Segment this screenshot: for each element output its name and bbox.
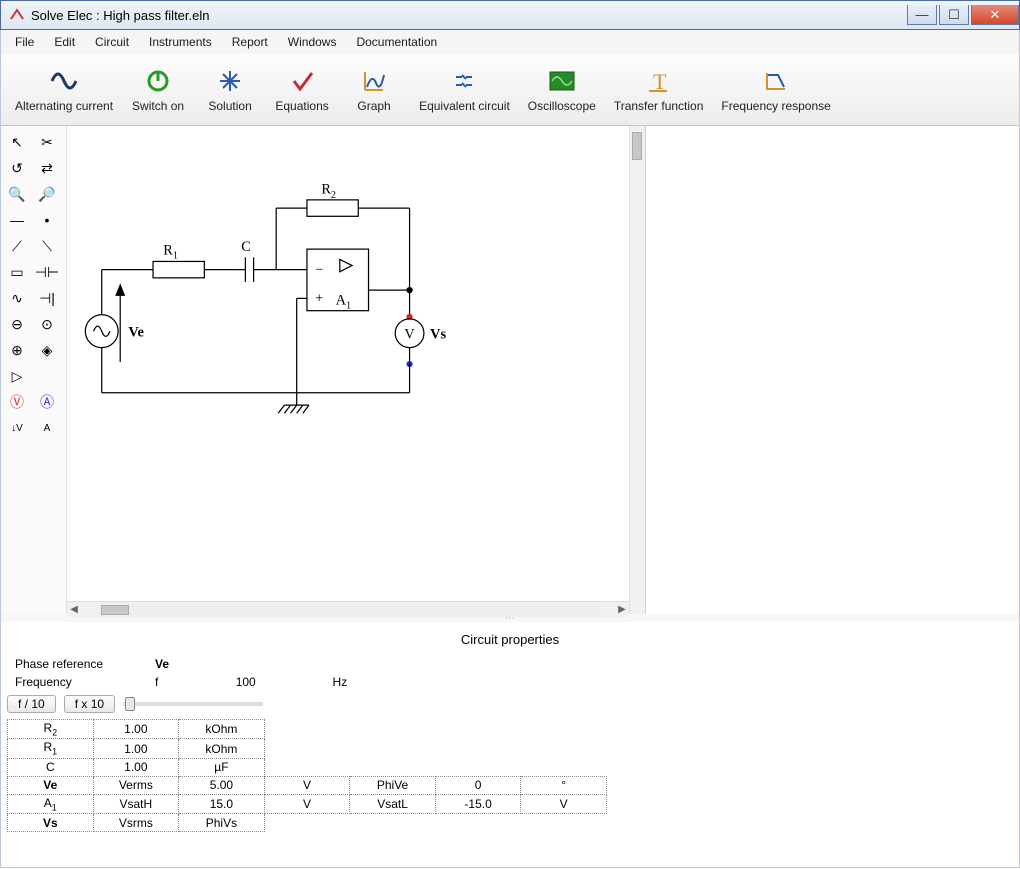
schematic-canvas[interactable]: Ve R1 C R2 xyxy=(67,126,629,614)
comp-opamp[interactable]: ▷ xyxy=(3,364,31,388)
close-button[interactable]: ✕ xyxy=(971,5,1019,25)
comp-inductor[interactable]: ∿ xyxy=(3,286,31,310)
graph-icon xyxy=(360,67,388,95)
menu-documentation[interactable]: Documentation xyxy=(348,33,445,51)
canvas-hscrollbar[interactable]: ◀▶ xyxy=(67,601,629,617)
minimize-button[interactable]: — xyxy=(907,5,937,25)
toolbar: Alternating current Switch on Solution E… xyxy=(0,54,1020,126)
tool-alternating-current[interactable]: Alternating current xyxy=(7,63,121,117)
tool-oscilloscope[interactable]: Oscilloscope xyxy=(520,63,604,117)
comp-source-ac[interactable]: ⊕ xyxy=(3,338,31,362)
svg-text:−: − xyxy=(315,262,323,278)
comp-source-i[interactable]: ⊙ xyxy=(33,312,61,336)
svg-text:C: C xyxy=(241,239,251,255)
component-palette: ↖ ✂ ↺ ⇄ 🔍 🔎 — • ⟋ ⟍ ▭ ⊣⊢ ∿ ⊣| ⊖ ⊙ ⊕ ◈ ▷ … xyxy=(1,126,67,614)
menu-edit[interactable]: Edit xyxy=(46,33,83,51)
oscilloscope-icon xyxy=(548,67,576,95)
svg-text:Vs: Vs xyxy=(430,326,446,342)
menu-windows[interactable]: Windows xyxy=(280,33,345,51)
freq-multiply-button[interactable]: f x 10 xyxy=(64,695,115,713)
comp-switch-closed[interactable]: ⟍ xyxy=(33,234,61,258)
comp-capacitor[interactable]: ⊣⊢ xyxy=(33,260,61,284)
comp-probe-a[interactable]: A xyxy=(33,416,61,440)
equivalent-icon xyxy=(450,67,478,95)
circuit-properties-panel: Circuit properties Phase reference Ve Fr… xyxy=(0,622,1020,868)
window-titlebar: Solve Elec : High pass filter.eln — ☐ ✕ xyxy=(0,0,1020,30)
tool-transfer-function[interactable]: T Transfer function xyxy=(606,63,712,117)
snowflake-icon xyxy=(216,67,244,95)
menu-instruments[interactable]: Instruments xyxy=(141,33,220,51)
comp-resistor[interactable]: ▭ xyxy=(3,260,31,284)
menubar: File Edit Circuit Instruments Report Win… xyxy=(0,30,1020,54)
frequency-symbol: f xyxy=(147,673,228,691)
tool-rotate-ccw[interactable]: ↺ xyxy=(3,156,31,180)
sine-wave-icon xyxy=(50,67,78,95)
tool-zoom-in[interactable]: 🔍 xyxy=(3,182,31,206)
menu-circuit[interactable]: Circuit xyxy=(87,33,137,51)
phase-ref-value: Ve xyxy=(147,655,228,673)
svg-text:R1: R1 xyxy=(163,242,178,261)
comp-battery[interactable]: ⊣| xyxy=(33,286,61,310)
power-icon xyxy=(144,67,172,95)
maximize-button[interactable]: ☐ xyxy=(939,5,969,25)
comp-source-dep[interactable]: ◈ xyxy=(33,338,61,362)
bode-icon xyxy=(762,67,790,95)
canvas-vscrollbar[interactable] xyxy=(629,126,645,614)
check-icon xyxy=(288,67,316,95)
comp-source-v[interactable]: ⊖ xyxy=(3,312,31,336)
table-row: A1 VsatH 15.0 V VsatL -15.0 V xyxy=(8,794,607,813)
properties-title: Circuit properties xyxy=(7,628,1013,655)
comp-node[interactable]: • xyxy=(33,208,61,232)
comp-wire[interactable]: — xyxy=(3,208,31,232)
table-row: Vs Vsrms PhiVs xyxy=(8,814,607,832)
table-row: R1 1.00 kOhm xyxy=(8,739,607,758)
comp-voltmeter[interactable]: Ⓥ xyxy=(3,390,31,414)
table-row: C 1.00 µF xyxy=(8,758,607,776)
tool-rotate-cw[interactable]: ⇄ xyxy=(33,156,61,180)
tool-equivalent-circuit[interactable]: Equivalent circuit xyxy=(411,63,518,117)
comp-switch-open[interactable]: ⟋ xyxy=(3,234,31,258)
tool-pointer[interactable]: ↖ xyxy=(3,130,31,154)
table-row: R2 1.00 kOhm xyxy=(8,720,607,739)
svg-text:V: V xyxy=(404,326,415,342)
tool-pliers[interactable]: ✂ xyxy=(33,130,61,154)
table-row: Ve Verms 5.00 V PhiVe 0 ° xyxy=(8,776,607,794)
tool-solution[interactable]: Solution xyxy=(195,63,265,117)
tool-zoom-out[interactable]: 🔎 xyxy=(33,182,61,206)
tool-graph[interactable]: Graph xyxy=(339,63,409,117)
app-icon xyxy=(9,7,25,23)
window-title: Solve Elec : High pass filter.eln xyxy=(31,8,905,23)
menu-report[interactable]: Report xyxy=(224,33,276,51)
comp-ammeter[interactable]: Ⓐ xyxy=(33,390,61,414)
component-values-table: R2 1.00 kOhm R1 1.00 kOhm C 1.00 µF Ve V… xyxy=(7,719,607,832)
tool-equations[interactable]: Equations xyxy=(267,63,337,117)
frequency-slider[interactable] xyxy=(123,702,263,706)
phase-ref-label: Phase reference xyxy=(7,655,147,673)
svg-text:T: T xyxy=(653,69,667,93)
output-panel xyxy=(645,126,1019,614)
comp-probe-v[interactable]: ↓V xyxy=(3,416,31,440)
menu-file[interactable]: File xyxy=(7,33,42,51)
tool-switch-on[interactable]: Switch on xyxy=(123,63,193,117)
tool-frequency-response[interactable]: Frequency response xyxy=(713,63,838,117)
svg-text:A1: A1 xyxy=(336,293,352,312)
label-ve: Ve xyxy=(128,324,143,340)
frequency-label: Frequency xyxy=(7,673,147,691)
freq-divide-button[interactable]: f / 10 xyxy=(7,695,56,713)
svg-text:R2: R2 xyxy=(321,182,336,201)
frequency-unit: Hz xyxy=(325,673,407,691)
frequency-value[interactable]: 100 xyxy=(228,673,325,691)
svg-text:Ve: Ve xyxy=(128,324,143,340)
transfer-icon: T xyxy=(645,67,673,95)
svg-text:+: + xyxy=(315,290,323,306)
